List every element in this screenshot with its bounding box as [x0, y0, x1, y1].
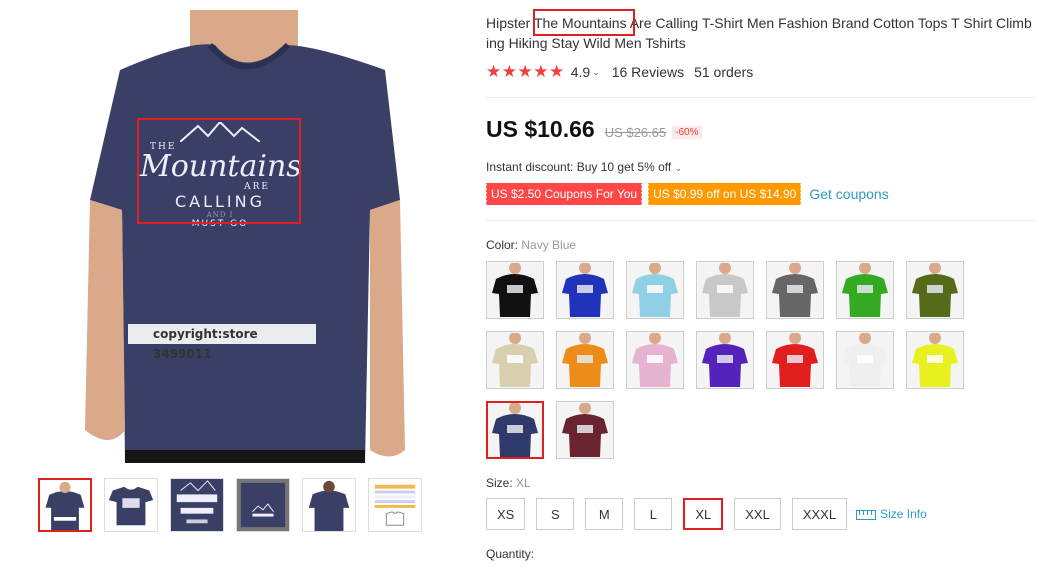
- size-info-link[interactable]: Size Info: [856, 507, 927, 521]
- print-highlight-box: [137, 118, 301, 224]
- main-product-image[interactable]: THE Mountains ARE CALLING AND I MUST GO …: [40, 10, 460, 463]
- chevron-down-icon[interactable]: ⌄: [592, 67, 600, 78]
- original-price: US $26.65: [604, 125, 667, 140]
- color-label: Color: Navy Blue: [486, 238, 577, 252]
- color-swatches: [486, 261, 986, 459]
- coupon-select[interactable]: US $0.99 off on US $14.90: [647, 183, 802, 205]
- thumbnail-5[interactable]: [302, 478, 356, 532]
- rating-score[interactable]: 4.9: [571, 64, 590, 80]
- size-xs-button[interactable]: XS: [486, 498, 526, 530]
- color-swatch[interactable]: [766, 331, 824, 389]
- color-swatch[interactable]: [556, 401, 614, 459]
- color-swatch[interactable]: [626, 261, 684, 319]
- thumbnail-1[interactable]: [38, 478, 92, 532]
- selected-color: Navy Blue: [521, 238, 577, 252]
- size-xl-button[interactable]: XL: [683, 498, 724, 530]
- color-swatch[interactable]: [486, 401, 544, 459]
- discount-badge: -60%: [672, 126, 702, 139]
- ruler-icon: [856, 510, 877, 520]
- color-swatch[interactable]: [836, 331, 894, 389]
- quantity-label: Quantity:: [486, 547, 535, 561]
- get-coupons-link[interactable]: Get coupons: [809, 186, 888, 202]
- color-swatch[interactable]: [556, 331, 614, 389]
- thumbnail-strip: [38, 478, 422, 532]
- size-options: XS S M L XL XXL XXXL Size Info: [486, 498, 927, 530]
- thumbnail-6[interactable]: [368, 478, 422, 532]
- color-swatch[interactable]: [486, 261, 544, 319]
- color-swatch[interactable]: [696, 261, 754, 319]
- coupon-store[interactable]: US $2.50 Coupons For You: [484, 183, 643, 205]
- color-swatch[interactable]: [766, 261, 824, 319]
- color-swatch[interactable]: [836, 261, 894, 319]
- current-price: US $10.66: [486, 116, 595, 142]
- size-xxxl-button[interactable]: XXXL: [791, 498, 848, 530]
- thumbnail-3[interactable]: [170, 478, 224, 532]
- orders-count: 51 orders: [694, 64, 754, 80]
- star-rating-icon: ★★★★★: [486, 62, 565, 81]
- chevron-down-icon: ⌄: [674, 163, 683, 173]
- size-s-button[interactable]: S: [536, 498, 575, 530]
- size-label: Size: XL: [486, 476, 531, 490]
- shirt-body: [90, 44, 400, 463]
- color-swatch[interactable]: [906, 331, 964, 389]
- divider: [486, 220, 1036, 221]
- divider: [486, 97, 1036, 98]
- color-swatch[interactable]: [696, 331, 754, 389]
- color-swatch[interactable]: [556, 261, 614, 319]
- copyright-watermark: copyright:store 3499011: [128, 324, 316, 361]
- product-title: Hipster The Mountains Are Calling T-Shir…: [486, 15, 1032, 51]
- instant-discount[interactable]: Instant discount: Buy 10 get 5% off ⌄: [486, 160, 682, 174]
- price-row: US $10.66 US $26.65 -60%: [486, 116, 702, 143]
- size-l-button[interactable]: L: [634, 498, 673, 530]
- reviews-link[interactable]: 16 Reviews: [612, 64, 684, 80]
- selected-size: XL: [516, 476, 531, 490]
- size-m-button[interactable]: M: [585, 498, 624, 530]
- color-swatch[interactable]: [486, 331, 544, 389]
- thumbnail-4[interactable]: [236, 478, 290, 532]
- color-swatch[interactable]: [626, 331, 684, 389]
- coupon-row: US $2.50 Coupons For You US $0.99 off on…: [484, 183, 889, 205]
- rating-row: ★★★★★ 4.9 ⌄ 16 Reviews 51 orders: [486, 62, 753, 82]
- color-swatch[interactable]: [906, 261, 964, 319]
- thumbnail-2[interactable]: [104, 478, 158, 532]
- size-xxl-button[interactable]: XXL: [734, 498, 781, 530]
- title-highlight: The Mountains: [533, 15, 627, 31]
